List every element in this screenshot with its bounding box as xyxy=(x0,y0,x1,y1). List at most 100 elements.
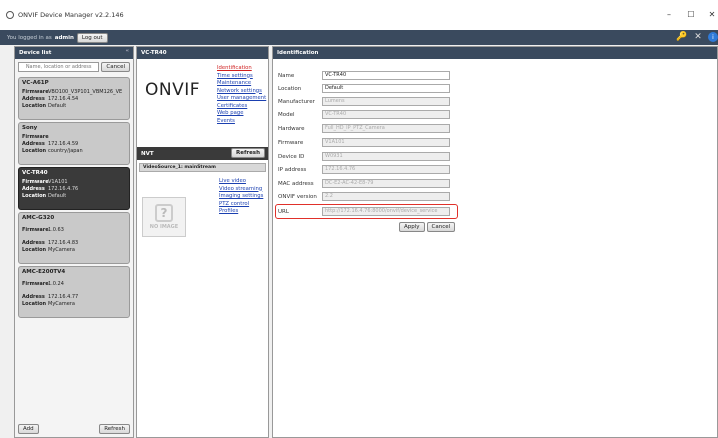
device-location: country/japan xyxy=(48,148,83,154)
location-label: Location xyxy=(22,103,47,109)
firmware-label: Firmware xyxy=(22,281,49,287)
link-time-settings[interactable]: Time settings xyxy=(217,73,266,80)
field-label: Location xyxy=(278,85,302,92)
firmware-label: Firmware xyxy=(22,179,49,185)
field-label: MAC address xyxy=(278,180,314,187)
nvt-refresh-button[interactable]: Refresh xyxy=(231,148,265,158)
device-location: MyCamera xyxy=(48,301,75,307)
add-device-button[interactable]: Add xyxy=(18,424,39,434)
device-firmware: 1.0.63 xyxy=(48,227,64,233)
link-profiles[interactable]: Profiles xyxy=(219,208,263,215)
address-label: Address xyxy=(22,294,45,300)
field-ip-address: IP address 172.16.4.76 xyxy=(278,165,458,174)
model-value: VC-TR40 xyxy=(322,110,450,119)
apply-button[interactable]: Apply xyxy=(399,222,425,232)
location-label: Location xyxy=(22,247,47,253)
onvif-version-value: 2.2 xyxy=(322,192,450,201)
device-name: VC-A61P xyxy=(22,80,49,86)
app-icon xyxy=(6,11,14,19)
field-manufacturer: Manufacturer Lumens xyxy=(278,97,458,106)
field-label: Model xyxy=(278,111,295,118)
location-input[interactable]: Default xyxy=(322,84,450,93)
collapse-icon[interactable]: « xyxy=(125,48,129,54)
device-name: AMC-G320 xyxy=(22,215,55,221)
video-source-label: VideoSource_1: mainStream xyxy=(139,163,266,172)
identification-panel: Identification Name VC-TR40 Location Def… xyxy=(272,46,718,438)
hardware-value: Full_HD_IP_PTZ_Camera xyxy=(322,124,450,133)
location-label: Location xyxy=(22,193,47,199)
minimize-button[interactable]: – xyxy=(662,7,676,21)
device-list-title: Device list xyxy=(19,50,52,56)
name-input[interactable]: VC-TR40 xyxy=(322,71,450,80)
refresh-devices-button[interactable]: Refresh xyxy=(99,424,130,434)
link-live-video[interactable]: Live video xyxy=(219,178,263,185)
field-label: Firmware xyxy=(278,139,304,146)
link-maintenance[interactable]: Maintenance xyxy=(217,80,266,87)
device-firmware: 1.0.24 xyxy=(48,281,64,287)
nvt-header: NVT Refresh xyxy=(137,147,268,160)
no-image-text: NO IMAGE xyxy=(149,224,179,230)
identification-header: Identification xyxy=(273,47,717,59)
field-name: Name VC-TR40 xyxy=(278,71,458,80)
field-label: Hardware xyxy=(278,125,305,132)
maximize-button[interactable]: ☐ xyxy=(684,7,698,21)
field-device-id: Device ID W0931 xyxy=(278,152,458,161)
tools-icon[interactable]: ✕ xyxy=(692,31,704,43)
logout-button[interactable]: Log out xyxy=(76,32,108,43)
link-ptz-control[interactable]: PTZ control xyxy=(219,201,263,208)
field-location: Location Default xyxy=(278,84,458,93)
link-network-settings[interactable]: Network settings xyxy=(217,88,266,95)
identification-title: Identification xyxy=(277,50,319,56)
info-icon[interactable]: i xyxy=(708,32,718,42)
firmware-label: Firmware xyxy=(22,134,49,140)
nvt-title: NVT xyxy=(141,150,154,157)
device-item[interactable]: Sony Firmware Address 172.16.4.59 Locatio… xyxy=(18,122,130,165)
window-title: ONVIF Device Manager v2.2.146 xyxy=(18,11,124,19)
link-user-management[interactable]: User management xyxy=(217,95,266,102)
field-label: Name xyxy=(278,72,295,79)
device-panel-title: VC-TR40 xyxy=(141,50,167,56)
device-location: Default xyxy=(48,193,67,199)
device-firmware: V1A101 xyxy=(48,179,68,185)
field-firmware: Firmware V1A101 xyxy=(278,138,458,147)
device-firmware: VBO100_V3P101_VBM126_VE xyxy=(48,89,123,95)
close-button[interactable]: ✕ xyxy=(705,7,718,21)
no-image-placeholder: ? NO IMAGE xyxy=(142,197,186,237)
link-certificates[interactable]: Certificates xyxy=(217,103,266,110)
field-label: ONVIF version xyxy=(278,193,317,200)
link-identification[interactable]: Identification xyxy=(217,65,266,72)
onvif-logo: ONVIF xyxy=(145,80,201,100)
device-panel: VC-TR40 ONVIF Identification Time settin… xyxy=(136,46,269,438)
device-panel-header: VC-TR40 xyxy=(137,47,268,59)
username: admin xyxy=(54,34,74,41)
device-address: 172.16.4.59 xyxy=(48,141,79,147)
session-bar: You logged in as admin Log out 🔑 ✕ i xyxy=(0,30,718,45)
device-address: 172.16.4.77 xyxy=(48,294,79,300)
link-imaging-settings[interactable]: Imaging settings xyxy=(219,193,263,200)
device-item-selected[interactable]: VC-TR40 Firmware V1A101 Address 172.16.4.7… xyxy=(18,167,130,210)
address-label: Address xyxy=(22,141,45,147)
device-search-input[interactable] xyxy=(18,62,100,72)
question-icon: ? xyxy=(155,204,173,222)
link-video-streaming[interactable]: Video streaming xyxy=(219,186,263,193)
device-location: Default xyxy=(48,103,67,109)
device-item[interactable]: VC-A61P Firmware VBO100_V3P101_VBM126_VE … xyxy=(18,77,130,120)
device-address: 172.16.4.83 xyxy=(48,240,79,246)
search-cancel-button[interactable]: Cancel xyxy=(101,62,130,72)
location-label: Location xyxy=(22,301,47,307)
link-events[interactable]: Events xyxy=(217,118,266,125)
field-label: Manufacturer xyxy=(278,98,315,105)
device-list-panel: Device list « Cancel VC-A61P FirmwareVBO… xyxy=(14,46,134,438)
device-name: Sony xyxy=(22,125,38,131)
device-item[interactable]: AMC-G320 Firmware 1.0.63 Address 172.16.4.… xyxy=(18,212,130,264)
cancel-button[interactable]: Cancel xyxy=(426,222,456,232)
device-name: VC-TR40 xyxy=(22,170,48,176)
device-address: 172.16.4.54 xyxy=(48,96,79,102)
key-icon[interactable]: 🔑 xyxy=(676,31,688,43)
url-highlight-box xyxy=(275,204,458,219)
ip-address-value: 172.16.4.76 xyxy=(322,165,450,174)
window-titlebar: ONVIF Device Manager v2.2.146 xyxy=(0,0,718,30)
device-item[interactable]: AMC-E200TV4 Firmware 1.0.24 Address 172.16… xyxy=(18,266,130,318)
link-web-page[interactable]: Web page xyxy=(217,110,266,117)
field-label: IP address xyxy=(278,166,307,173)
